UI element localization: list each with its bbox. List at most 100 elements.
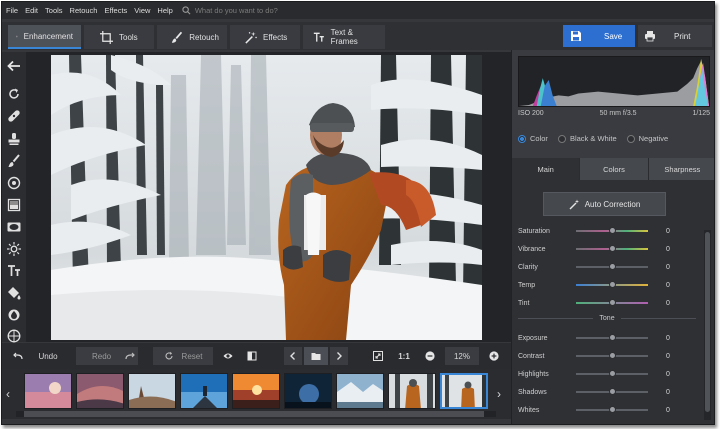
auto-correction-button[interactable]: Auto Correction: [543, 192, 666, 216]
search-box[interactable]: [182, 6, 325, 15]
menu-effects[interactable]: Effects: [104, 6, 127, 15]
brush-icon[interactable]: [7, 154, 21, 168]
stamp-icon[interactable]: [7, 132, 21, 146]
fill-bucket-icon[interactable]: [7, 286, 21, 300]
thumbnail[interactable]: [336, 373, 384, 409]
next-image-button[interactable]: [330, 347, 348, 365]
print-button[interactable]: Print: [638, 25, 712, 47]
slider-knob[interactable]: [609, 388, 616, 395]
radio-negative[interactable]: Negative: [626, 134, 668, 143]
radial-filter-icon[interactable]: [7, 176, 21, 190]
slider-knob[interactable]: [609, 334, 616, 341]
thumbnail-selected[interactable]: [440, 373, 488, 409]
tab-sharpness[interactable]: Sharpness: [648, 158, 714, 180]
vignette-icon[interactable]: [7, 220, 21, 234]
actual-size-button[interactable]: 1:1: [394, 347, 414, 365]
slider-contrast[interactable]: Contrast 0: [518, 350, 678, 362]
slider-label: Vibrance: [518, 245, 546, 253]
slider-knob[interactable]: [609, 370, 616, 377]
zoom-in-icon[interactable]: [486, 347, 502, 365]
menu-help[interactable]: Help: [157, 6, 172, 15]
slider-value: 0: [666, 281, 670, 289]
radio-color-label: Color: [530, 134, 548, 143]
slider-vibrance[interactable]: Vibrance 0: [518, 243, 678, 255]
panel-scrollbar[interactable]: [704, 230, 711, 420]
zoom-out-icon[interactable]: [422, 347, 438, 365]
thumbnail[interactable]: [24, 373, 72, 409]
image-canvas[interactable]: [26, 52, 511, 342]
slider-track: [576, 370, 648, 377]
slider-clarity[interactable]: Clarity 0: [518, 261, 678, 273]
slider-highlights[interactable]: Highlights 0: [518, 368, 678, 380]
floppy-disk-icon: [571, 31, 581, 41]
thumbnail[interactable]: [180, 373, 228, 409]
slider-tint[interactable]: Tint 0: [518, 297, 678, 309]
tab-text-frames[interactable]: Text & Frames: [303, 25, 385, 49]
main-adjustments: Auto Correction Saturation 0 Vibrance 0 Cl…: [512, 180, 714, 424]
tone-section-divider: Tone: [518, 315, 696, 322]
slider-knob[interactable]: [609, 245, 616, 252]
tab-enhancement-label: Enhancement: [23, 31, 73, 41]
globe-icon[interactable]: [7, 329, 21, 343]
rotate-icon[interactable]: [7, 87, 21, 101]
tab-effects[interactable]: Effects: [230, 25, 300, 49]
thumbnail[interactable]: [284, 373, 332, 409]
radio-dot: [557, 134, 566, 143]
menu-tools[interactable]: Tools: [45, 6, 63, 15]
scrollbar-thumb[interactable]: [24, 411, 484, 417]
undo-button[interactable]: Undo: [28, 347, 68, 365]
menu-edit[interactable]: Edit: [25, 6, 38, 15]
bandage-icon[interactable]: [7, 109, 21, 123]
color-drop-icon[interactable]: [7, 308, 21, 322]
film-scroll-right-icon[interactable]: ›: [497, 387, 501, 401]
radio-color[interactable]: Color: [518, 134, 548, 143]
eye-icon[interactable]: [220, 347, 236, 365]
tab-main[interactable]: Main: [512, 158, 581, 180]
sun-icon[interactable]: [7, 242, 21, 256]
undo-icon[interactable]: [10, 347, 26, 365]
tab-colors[interactable]: Colors: [580, 158, 649, 180]
slider-knob[interactable]: [609, 281, 616, 288]
redo-button[interactable]: Redo: [76, 347, 138, 365]
tab-enhancement[interactable]: Enhancement: [8, 25, 81, 49]
open-folder-button[interactable]: [304, 347, 328, 365]
back-arrow-icon[interactable]: [7, 59, 21, 73]
slider-temp[interactable]: Temp 0: [518, 279, 678, 291]
film-scroll-left-icon[interactable]: ‹: [6, 387, 10, 401]
slider-value: 0: [666, 370, 670, 378]
slider-knob[interactable]: [609, 352, 616, 359]
menu-retouch[interactable]: Retouch: [70, 6, 98, 15]
tab-tools[interactable]: Tools: [84, 25, 154, 49]
thumbnail[interactable]: [388, 373, 436, 409]
thumbnail[interactable]: [76, 373, 124, 409]
slider-shadows[interactable]: Shadows 0: [518, 386, 678, 398]
slider-value: 0: [666, 334, 670, 342]
filmstrip-scrollbar[interactable]: [16, 411, 496, 417]
slider-knob[interactable]: [609, 263, 616, 270]
menu-file[interactable]: File: [6, 6, 18, 15]
gradient-icon[interactable]: [7, 198, 21, 212]
slider-knob[interactable]: [609, 227, 616, 234]
slider-exposure[interactable]: Exposure 0: [518, 332, 678, 344]
thumbnail[interactable]: [232, 373, 280, 409]
save-button[interactable]: Save: [563, 25, 635, 47]
fit-screen-icon[interactable]: [370, 347, 386, 365]
thumbnail[interactable]: [128, 373, 176, 409]
slider-track: [576, 299, 648, 306]
slider-value: 0: [666, 227, 670, 235]
zoom-level[interactable]: 12%: [445, 347, 479, 365]
search-input[interactable]: [194, 6, 325, 15]
slider-knob[interactable]: [609, 406, 616, 413]
reset-button[interactable]: Reset: [153, 347, 213, 365]
scrollbar-thumb[interactable]: [705, 232, 710, 412]
radio-black-white[interactable]: Black & White: [557, 134, 617, 143]
tab-retouch[interactable]: Retouch: [157, 25, 227, 49]
compare-icon[interactable]: [244, 347, 260, 365]
slider-saturation[interactable]: Saturation 0: [518, 225, 678, 237]
menu-view[interactable]: View: [134, 6, 150, 15]
slider-knob[interactable]: [609, 299, 616, 306]
prev-image-button[interactable]: [284, 347, 302, 365]
text-icon[interactable]: [7, 264, 21, 278]
slider-whites[interactable]: Whites 0: [518, 404, 678, 416]
slider-track: [576, 352, 648, 359]
